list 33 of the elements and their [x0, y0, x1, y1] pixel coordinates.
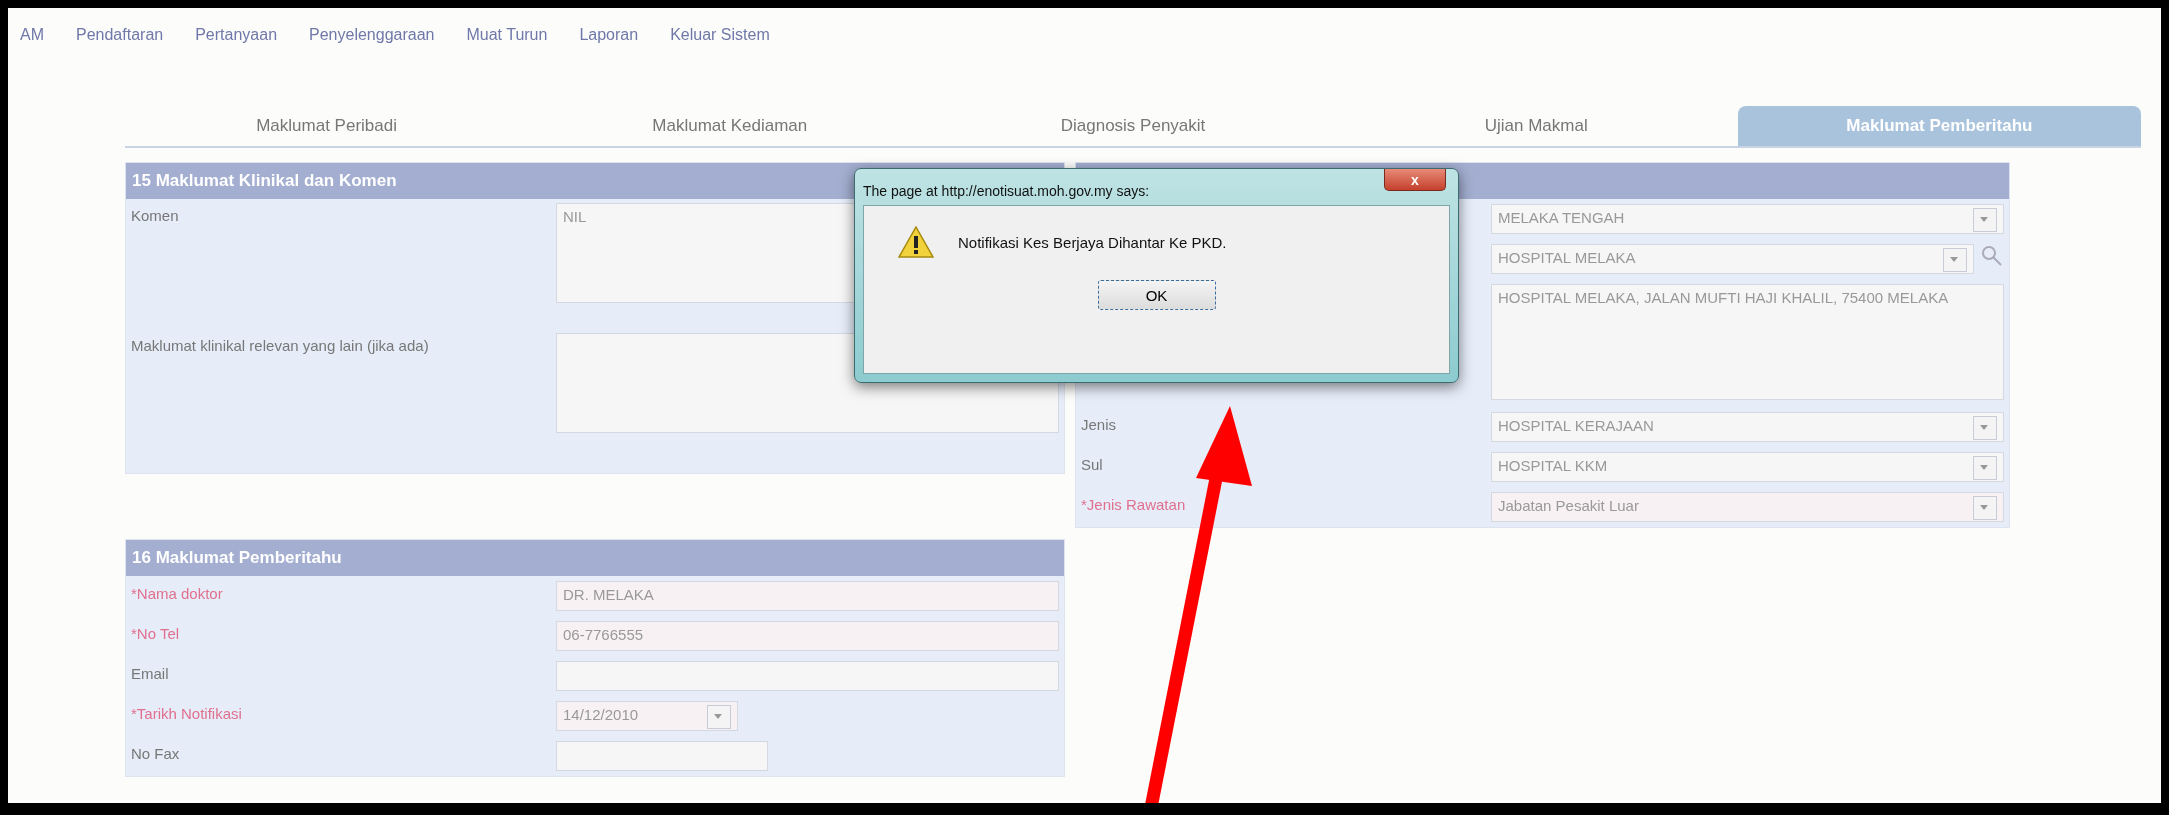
dropdown-field[interactable]: HOSPITAL KERAJAAN: [1491, 412, 2004, 442]
tab[interactable]: Diagnosis Penyakit: [931, 106, 1335, 146]
field-label: Email: [131, 664, 170, 682]
field-label: *Nama doktor: [131, 584, 224, 602]
text-area[interactable]: HOSPITAL MELAKA, JALAN MUFTI HAJI KHALIL, 75400 MELAKA: [1491, 284, 2004, 400]
field-label: Maklumat klinikal relevan yang lain (jika ada): [131, 336, 430, 354]
field-label: No Fax: [131, 744, 181, 762]
dropdown-field[interactable]: HOSPITAL MELAKA: [1491, 244, 1974, 274]
dropdown-field[interactable]: Jabatan Pesakit Luar: [1491, 492, 2004, 522]
nav-link[interactable]: Penyelenggaraan: [309, 26, 435, 78]
date-field[interactable]: 14/12/2010: [556, 701, 738, 731]
nav-link[interactable]: Pertanyaan: [195, 26, 278, 78]
tab[interactable]: Ujian Makmal: [1334, 106, 1738, 146]
section-header: 16 Maklumat Pemberitahu: [126, 540, 1064, 576]
tab[interactable]: Maklumat Peribadi: [125, 106, 529, 146]
nav-link[interactable]: Pendaftaran: [76, 26, 164, 78]
field-label: Komen: [131, 206, 180, 224]
field-label: *No Tel: [131, 624, 181, 642]
nav-link[interactable]: Keluar Sistem: [670, 26, 770, 78]
input-field[interactable]: DR. MELAKA: [556, 581, 1059, 611]
nav-link[interactable]: Muat Turun: [466, 26, 548, 78]
field-label: Jenis: [1081, 415, 1118, 433]
field-label: *Jenis Rawatan: [1081, 495, 1187, 513]
dropdown-field[interactable]: MELAKA TENGAH: [1491, 204, 2004, 234]
close-button[interactable]: x: [1384, 169, 1446, 191]
field-label: Sul: [1081, 455, 1104, 473]
field-label: *Tarikh Notifikasi: [131, 704, 243, 722]
input-field[interactable]: 06-7766555: [556, 621, 1059, 651]
tab[interactable]: Maklumat Kediaman: [528, 106, 932, 146]
dropdown-field[interactable]: HOSPITAL KKM: [1491, 452, 2004, 482]
nav-link[interactable]: AM: [20, 26, 44, 78]
nav-link[interactable]: Laporan: [579, 26, 639, 78]
ok-button[interactable]: OK: [1097, 280, 1216, 310]
